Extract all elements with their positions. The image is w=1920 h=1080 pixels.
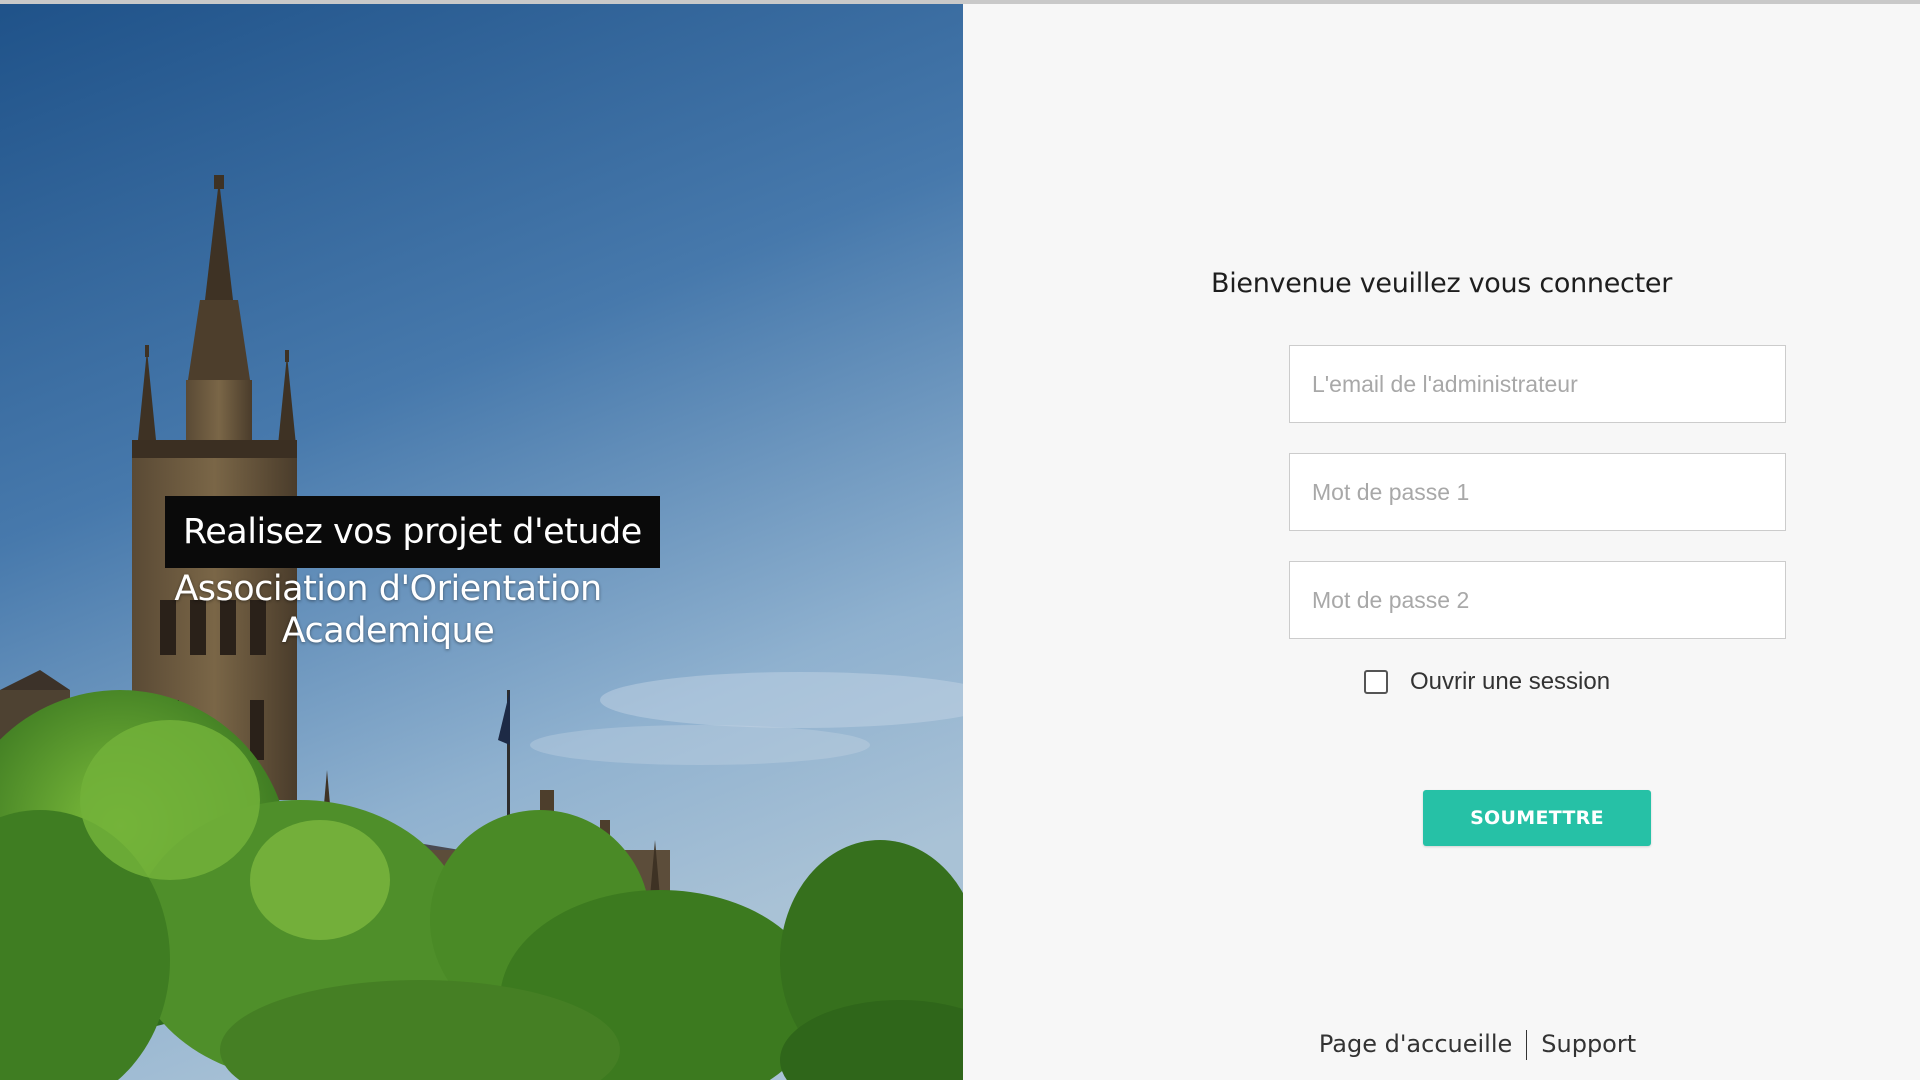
support-link[interactable]: Support [1541, 1030, 1636, 1058]
footer-links: Page d'accueille Support [963, 1030, 1920, 1060]
home-page-link[interactable]: Page d'accueille [1319, 1030, 1512, 1058]
email-field[interactable] [1289, 345, 1786, 423]
remember-session-option[interactable]: Ouvrir une session [1364, 668, 1610, 696]
hero-tagline: Realisez vos projet d'etude [165, 496, 660, 568]
top-border [0, 0, 1920, 4]
submit-button[interactable]: SOUMETTRE [1423, 790, 1651, 846]
footer-divider [1526, 1030, 1528, 1060]
password-1-field[interactable] [1289, 453, 1786, 531]
password-2-field[interactable] [1289, 561, 1786, 639]
hero-panel: Realisez vos projet d'etude Association … [0, 0, 963, 1080]
login-form [1289, 345, 1786, 669]
remember-session-label: Ouvrir une session [1410, 668, 1611, 695]
login-title: Bienvenue veuillez vous connecter [1210, 268, 1673, 299]
login-page: Realisez vos projet d'etude Association … [0, 0, 1920, 1080]
organization-name: Association d'Orientation Academique [174, 569, 602, 651]
login-panel: Bienvenue veuillez vous connecter Ouvrir… [963, 0, 1920, 1080]
remember-session-checkbox[interactable] [1364, 670, 1388, 694]
